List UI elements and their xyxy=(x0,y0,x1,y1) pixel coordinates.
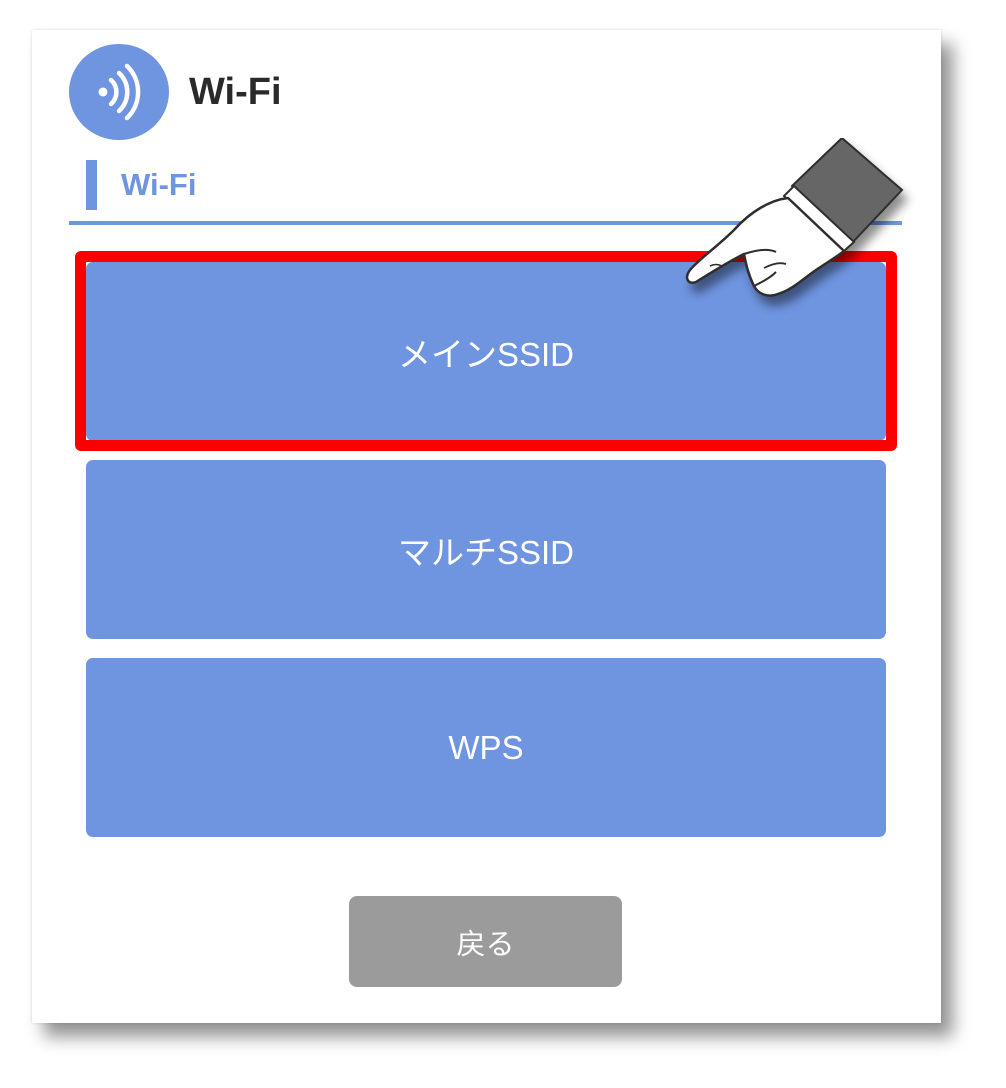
multi-ssid-button[interactable]: マルチSSID xyxy=(86,460,886,639)
section-title: Wi-Fi xyxy=(121,167,197,202)
page-title: Wi-Fi xyxy=(189,70,282,113)
page-header: Wi-Fi xyxy=(69,44,282,140)
section-divider xyxy=(69,221,902,225)
wps-button[interactable]: WPS xyxy=(86,658,886,837)
back-button[interactable]: 戻る xyxy=(349,896,622,987)
screenshot-stage: Wi-Fi Wi-Fi メインSSID マルチSSID WPS 戻る xyxy=(0,0,1006,1088)
section-header: Wi-Fi xyxy=(86,160,196,210)
main-ssid-button[interactable]: メインSSID xyxy=(86,262,886,441)
wifi-signal-icon xyxy=(69,44,169,140)
section-accent-bar xyxy=(86,160,97,210)
wifi-settings-panel: Wi-Fi Wi-Fi メインSSID マルチSSID WPS 戻る xyxy=(32,30,941,1023)
